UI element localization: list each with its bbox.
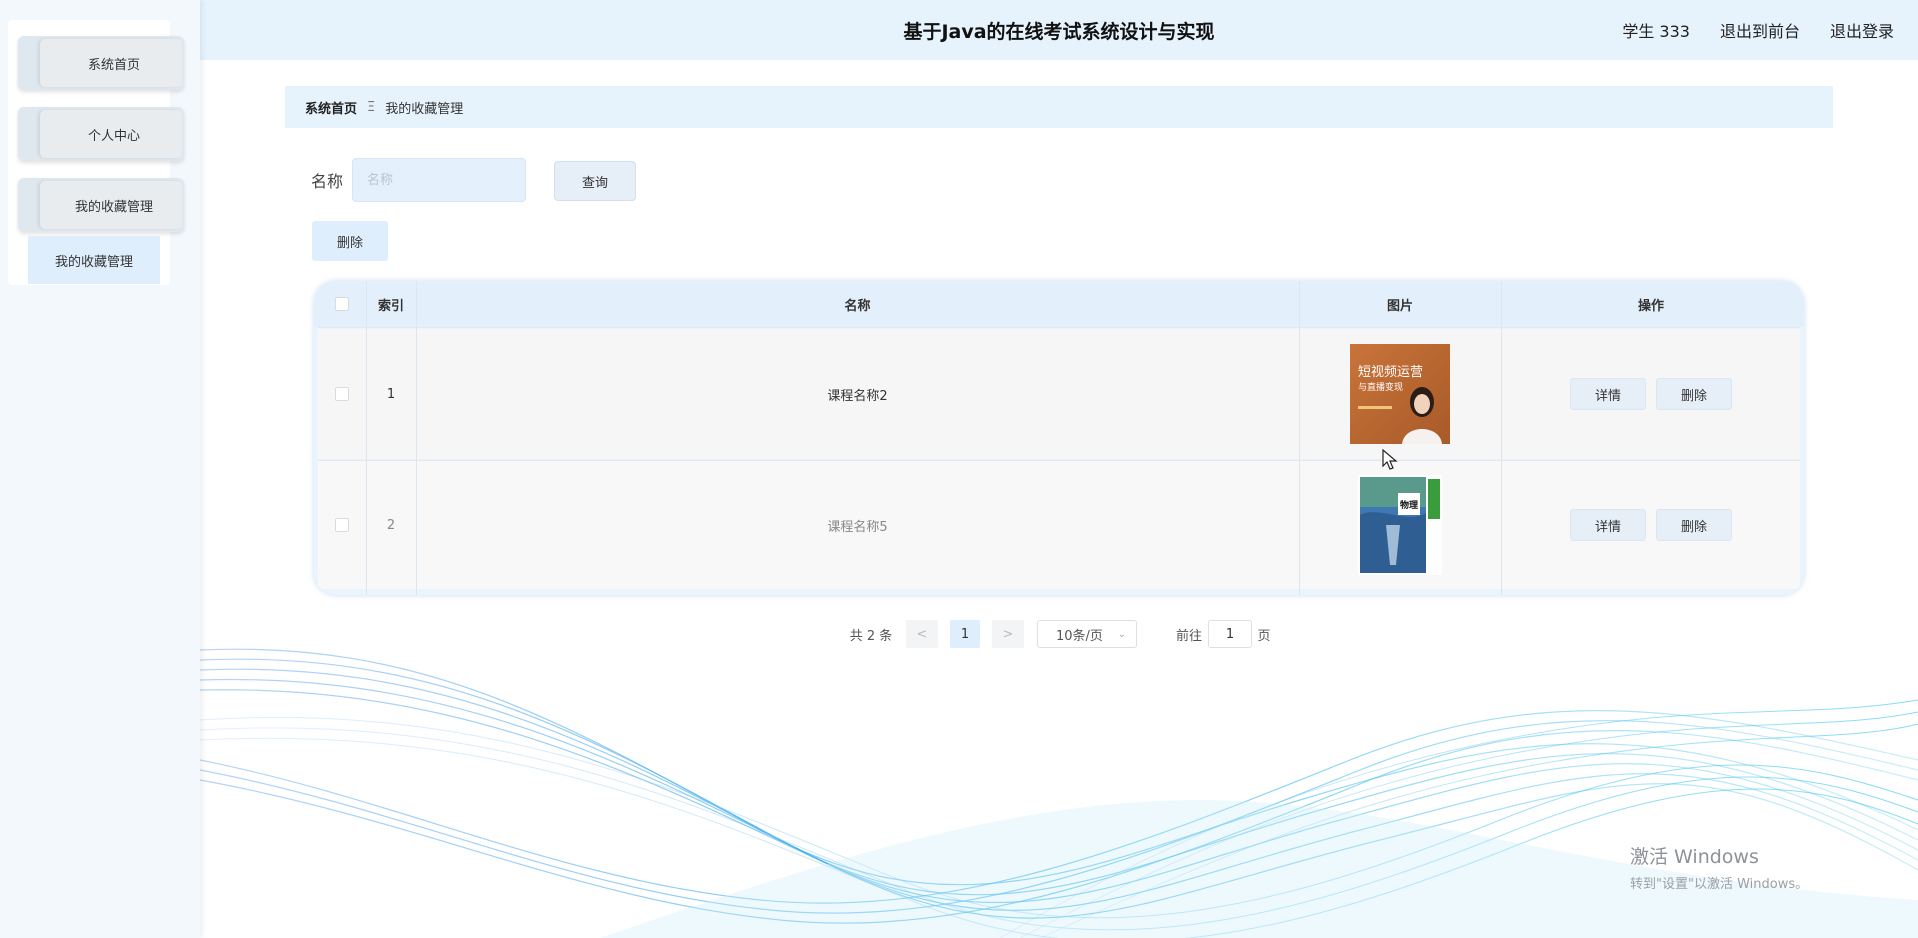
sidebar-item-home[interactable]: 系统首页 [18, 36, 184, 90]
header-checkbox-cell [318, 281, 366, 327]
back-to-front-link[interactable]: 退出到前台 [1720, 18, 1800, 42]
pagination: 共 2 条 < 1 > 10条/页 ⌄ 前往 1 页 [0, 620, 1918, 650]
top-header: 基于Java的在线考试系统设计与实现 学生 333 退出到前台 退出登录 [200, 0, 1918, 60]
page-suffix: 页 [1257, 628, 1271, 644]
query-button[interactable]: 查询 [554, 161, 636, 201]
row-ops: 详情 删除 [1501, 461, 1801, 589]
table-header: 索引 名称 图片 操作 [314, 281, 1804, 327]
row-divider [318, 460, 1800, 461]
sidebar-item-profile[interactable]: 个人中心 [18, 107, 184, 161]
batch-delete-button[interactable]: 删除 [312, 221, 388, 261]
row-name: 课程名称5 [827, 519, 888, 535]
sidebar-item-label: 个人中心 [40, 110, 182, 158]
header-name: 名称 [844, 298, 871, 314]
column-divider [366, 281, 367, 595]
table-row: 1 课程名称2 短视频运营 与直播变现 详情 删除 [318, 329, 1800, 459]
row-image-cell: 短视频运营 与直播变现 [1299, 329, 1501, 459]
delete-button[interactable]: 删除 [1656, 378, 1732, 410]
row-name: 课程名称2 [827, 388, 888, 404]
goto-label: 前往 [1175, 628, 1202, 644]
column-divider [1299, 281, 1300, 595]
page-size-select[interactable]: 10条/页 ⌄ [1037, 620, 1137, 648]
row-checkbox[interactable] [335, 387, 349, 401]
column-divider [416, 281, 417, 595]
delete-button[interactable]: 删除 [1656, 509, 1732, 541]
user-name: 学生 333 [1622, 22, 1690, 41]
page-number-button[interactable]: 1 [950, 620, 980, 648]
row-image-cell: 物理 [1299, 461, 1501, 589]
select-all-checkbox[interactable] [335, 297, 349, 311]
search-input[interactable] [352, 158, 526, 202]
sidebar-item-favorites[interactable]: 我的收藏管理 [18, 178, 184, 232]
row-checkbox-cell [318, 329, 366, 459]
chevron-down-icon: ⌄ [1117, 628, 1126, 640]
row-index: 2 [386, 517, 396, 533]
row-index: 1 [386, 386, 396, 402]
breadcrumb: 系统首页 Ξ 我的收藏管理 [285, 86, 1833, 128]
detail-button[interactable]: 详情 [1570, 509, 1646, 541]
detail-button[interactable]: 详情 [1570, 378, 1646, 410]
search-label: 名称 [311, 172, 344, 191]
prev-page-button[interactable]: < [906, 620, 938, 648]
course-cover-image: 物理 [1358, 475, 1442, 575]
watermark-line2: 转到"设置"以激活 Windows。 [1630, 877, 1809, 892]
column-divider [1501, 281, 1502, 595]
breadcrumb-current: 我的收藏管理 [385, 101, 464, 117]
row-checkbox[interactable] [335, 518, 349, 532]
pagination-total: 共 2 条 [849, 628, 893, 644]
next-page-button[interactable]: > [992, 620, 1024, 648]
favorites-table: 索引 名称 图片 操作 1 课程名称2 短视频运营 与直播变现 详情 删除 2 … [314, 281, 1804, 595]
cover-title: 物理 [1400, 499, 1418, 511]
page-size-value: 10条/页 [1056, 628, 1103, 644]
goto-page-input[interactable]: 1 [1208, 620, 1252, 648]
windows-activation-watermark: 激活 Windows 转到"设置"以激活 Windows。 [1630, 842, 1808, 892]
header-index: 索引 [377, 298, 404, 314]
cover-title: 短视频运营 [1358, 365, 1423, 380]
header-links: 学生 333 退出到前台 退出登录 [1622, 0, 1894, 60]
watermark-line1: 激活 Windows [1630, 846, 1759, 868]
breadcrumb-home[interactable]: 系统首页 [305, 98, 357, 117]
cover-subtitle: 与直播变现 [1358, 381, 1403, 393]
sidebar-item-label: 系统首页 [40, 39, 182, 87]
header-ops: 操作 [1637, 298, 1664, 314]
sidebar-item-label: 我的收藏管理 [40, 181, 182, 229]
table-row: 2 课程名称5 物理 详情 删除 [318, 461, 1800, 589]
mouse-cursor-icon [1382, 449, 1398, 470]
row-ops: 详情 删除 [1501, 329, 1801, 459]
row-divider [318, 327, 1800, 328]
course-cover-image: 短视频运营 与直播变现 [1350, 344, 1450, 444]
logout-link[interactable]: 退出登录 [1830, 18, 1894, 42]
sidebar-subitem-favorites-manage[interactable]: 我的收藏管理 [28, 236, 160, 284]
header-image: 图片 [1386, 298, 1413, 314]
breadcrumb-separator-icon: Ξ [367, 99, 376, 115]
row-checkbox-cell [318, 461, 366, 589]
sidebar: 系统首页 个人中心 我的收藏管理 我的收藏管理 [0, 0, 200, 938]
